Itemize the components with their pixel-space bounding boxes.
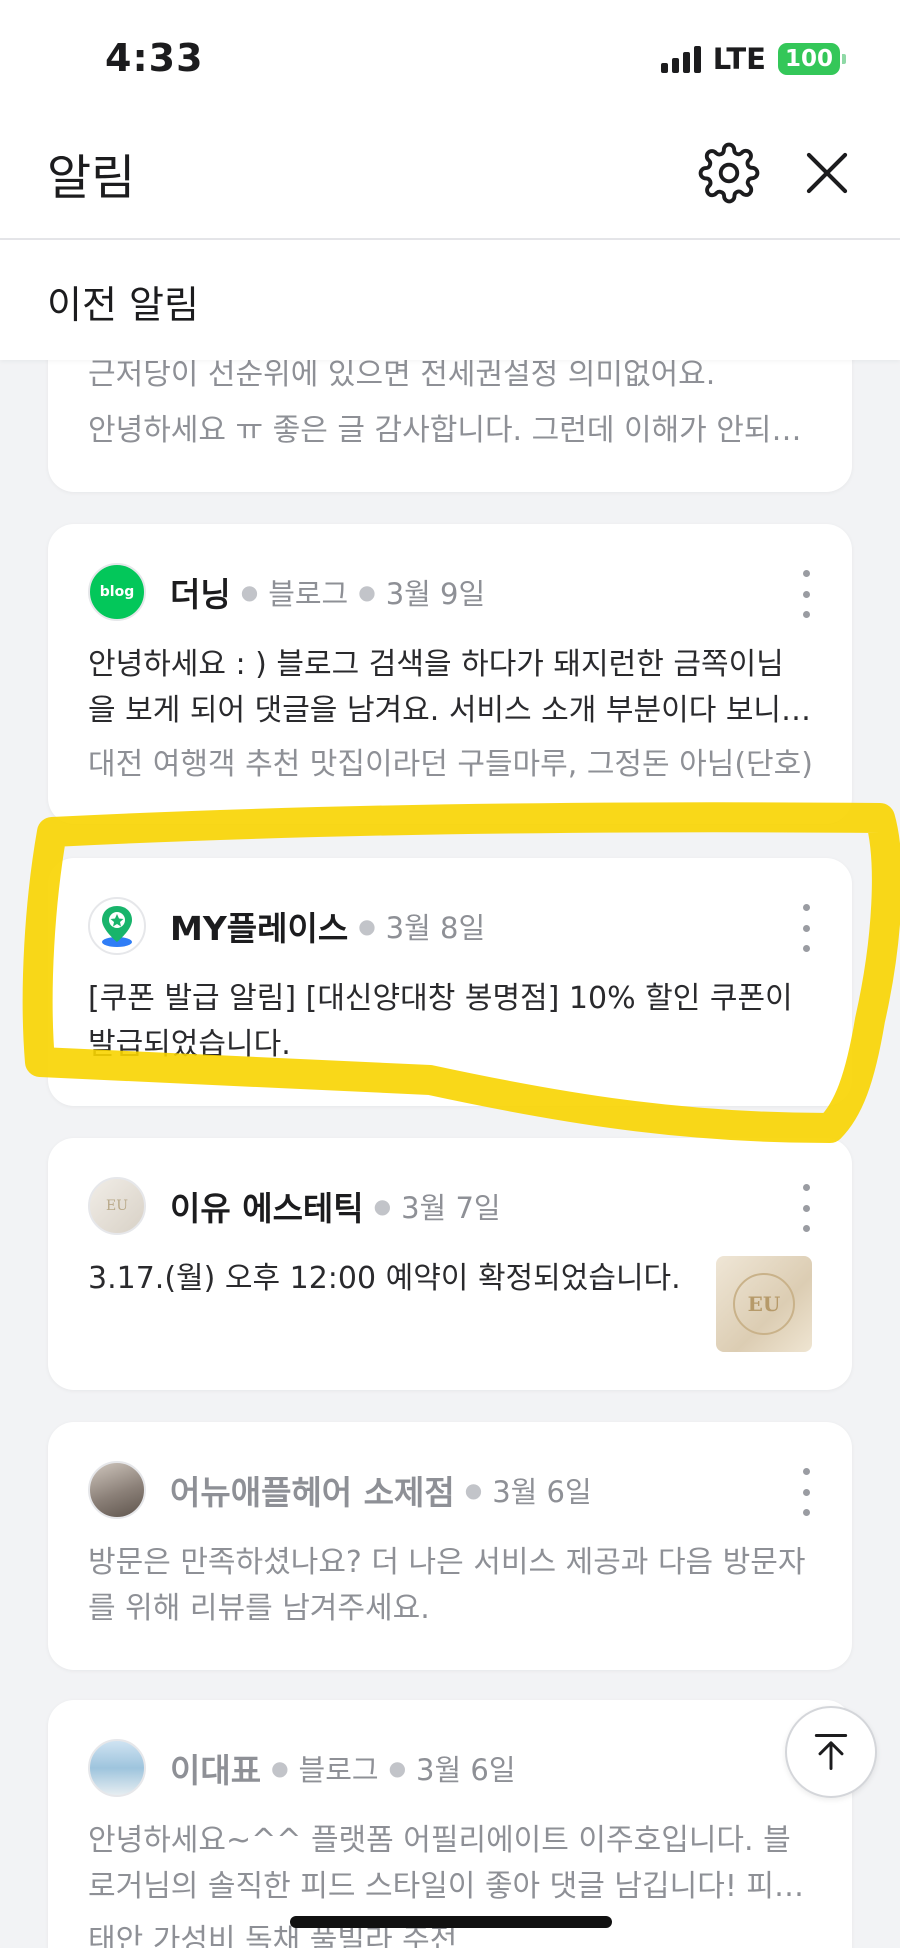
sender-name: MY플레이스 <box>170 909 349 948</box>
notification-body: 안녕하세요 : ) 블로그 검색을 하다가 돼지런한 금쪽이님 을 보게 되어 … <box>88 647 784 728</box>
sender-name: 어뉴애플헤어 소제점 <box>170 1473 455 1512</box>
notification-thumbnail[interactable]: EU <box>716 1256 812 1352</box>
notification-body: [쿠폰 발급 알림] [대신양대창 봉명점] 10% 할인 쿠폰이 발급되었습니… <box>88 981 793 1062</box>
shop-avatar: EU <box>88 1177 146 1235</box>
notification-date: 3월 6일 <box>416 1753 516 1787</box>
separator-dot: ● <box>240 580 259 604</box>
separator-dot: ● <box>373 1194 392 1218</box>
notification-card[interactable]: MY플레이스 ● 3월 8일 [쿠폰 발급 알림] [대신양대창 봉명점] 10… <box>48 858 852 1106</box>
network-type: LTE <box>712 42 766 76</box>
notification-body: 방문은 만족하셨나요? 더 나은 서비스 제공과 다음 방문자를 위해 리뷰를 … <box>88 1545 806 1626</box>
place-pin-icon <box>88 897 146 955</box>
category-label: 블로그 <box>298 1753 379 1787</box>
section-header: 이전 알림 <box>0 240 900 360</box>
notification-date: 3월 6일 <box>492 1475 592 1509</box>
close-icon <box>806 152 848 194</box>
status-indicators: LTE 100 <box>660 42 847 76</box>
separator-dot: ● <box>388 1756 407 1780</box>
thumbnail-logo: EU <box>733 1273 795 1335</box>
shop-avatar-label: EU <box>105 1198 129 1214</box>
separator-dot: ● <box>358 580 376 604</box>
sender-name: 이대표 <box>170 1751 262 1790</box>
notification-body: 안녕하세요~^^ 플랫폼 어필리에이트 이주호입니다. 블로거님의 솔직한 피드… <box>88 1823 812 1904</box>
blog-icon: blog <box>88 563 146 621</box>
notification-card[interactable]: 어뉴애플헤어 소제점 ● 3월 6일 방문은 만족하셨나요? 더 나은 서비스 … <box>48 1422 852 1670</box>
more-options-icon[interactable] <box>794 904 818 952</box>
status-time: 4:33 <box>105 36 204 80</box>
notification-date: 3월 7일 <box>401 1191 501 1225</box>
more-options-icon[interactable] <box>794 1184 818 1232</box>
separator-dot: ● <box>271 1756 289 1780</box>
more-options-icon[interactable] <box>794 1468 818 1516</box>
more-options-icon[interactable] <box>794 570 818 618</box>
page-title: 알림 <box>47 150 136 206</box>
blog-icon-label: blog <box>99 584 135 600</box>
notification-date: 3월 9일 <box>385 577 486 611</box>
notification-card[interactable]: EU 이유 에스테틱 ● 3월 7일 3.17.(월) 오후 12:00 예약이… <box>48 1138 852 1390</box>
notification-card[interactable]: blog 더닝 ● 블로그 ● 3월 9일 안녕하세요 : ) 블로그 검색을 … <box>48 524 852 824</box>
separator-dot: ● <box>464 1478 483 1502</box>
notification-sub: 대전 여행객 추천 맛집이라던 구들마루, 그정돈 아님(단호) <box>88 747 813 782</box>
notification-date: 3월 8일 <box>385 911 486 945</box>
home-indicator <box>290 1916 612 1928</box>
signal-icon <box>660 45 701 73</box>
sender-name: 이유 에스테틱 <box>170 1189 364 1228</box>
close-button[interactable] <box>796 142 858 204</box>
battery-icon: 100 <box>777 43 847 75</box>
scroll-to-top-button[interactable] <box>785 1706 877 1798</box>
arrow-up-icon <box>814 1734 848 1770</box>
gear-icon <box>698 142 760 204</box>
separator-dot: ● <box>358 914 376 938</box>
top-header: 4:33 LTE 100 알림 <box>0 0 900 240</box>
notification-card[interactable]: 이대표 ● 블로그 ● 3월 6일 안녕하세요~^^ 플랫폼 어필리에이트 이주… <box>48 1700 852 1948</box>
profile-avatar <box>88 1739 146 1797</box>
section-title: 이전 알림 <box>47 283 199 327</box>
category-label: 블로그 <box>268 577 349 611</box>
notification-sub: 안녕하세요 ㅠ 좋은 글 감사합니다. 그런데 이해가 안되는… <box>88 413 818 448</box>
settings-button[interactable] <box>698 142 760 204</box>
sender-name: 더닝 <box>170 575 231 614</box>
notification-body: 3.17.(월) 오후 12:00 예약이 확정되었습니다. <box>88 1261 681 1296</box>
salon-avatar <box>88 1461 146 1519</box>
